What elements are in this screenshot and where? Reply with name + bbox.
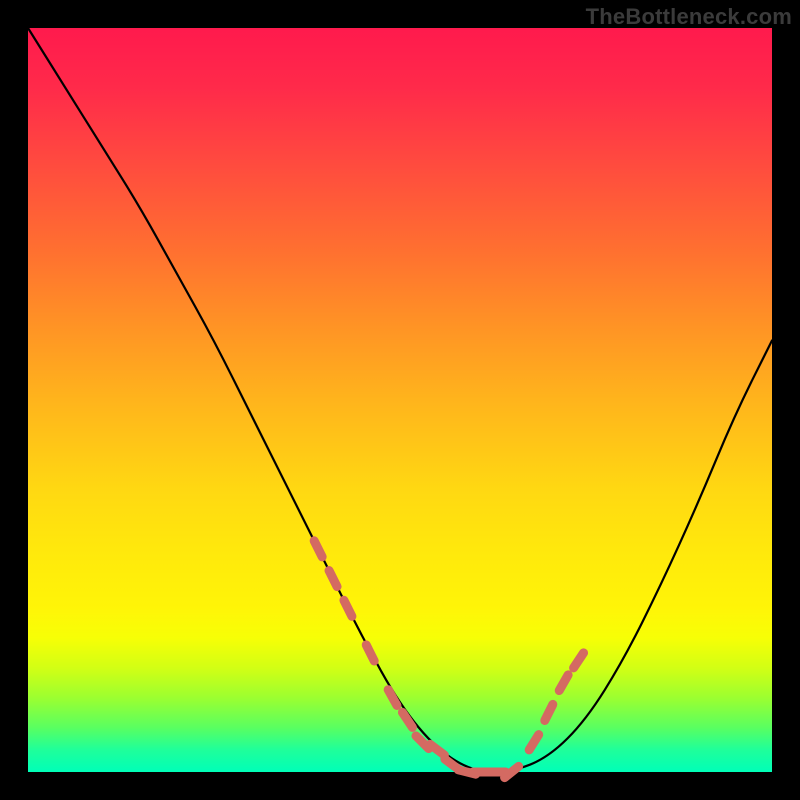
marker-dash <box>545 704 553 720</box>
marker-dash <box>388 690 397 706</box>
marker-dash <box>402 712 412 727</box>
marker-dash <box>559 675 568 691</box>
bottleneck-curve <box>28 28 772 772</box>
marker-dash <box>366 645 374 661</box>
marker-dash <box>329 571 337 587</box>
chart-svg <box>28 28 772 772</box>
marker-dash <box>529 735 539 750</box>
marker-dash <box>314 541 322 557</box>
chart-plot-area <box>28 28 772 772</box>
marker-dash <box>430 744 444 755</box>
marker-dash <box>344 600 352 616</box>
watermark-text: TheBottleneck.com <box>586 4 792 30</box>
marker-group <box>314 541 583 778</box>
marker-dash <box>574 653 584 668</box>
